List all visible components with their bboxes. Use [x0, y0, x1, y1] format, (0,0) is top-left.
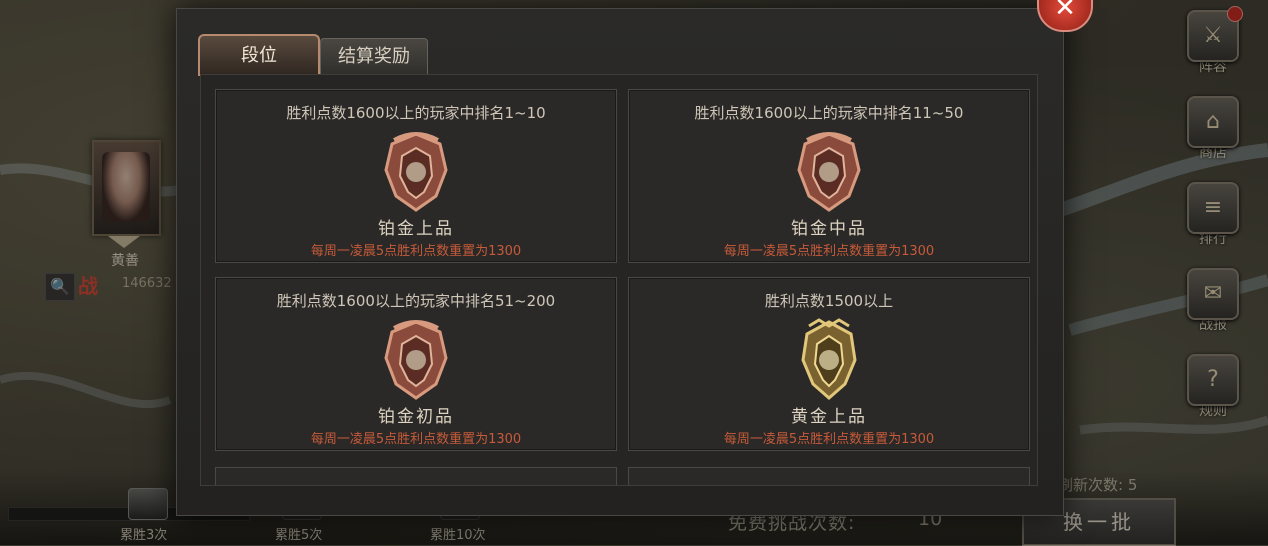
tier-card-partial: [628, 467, 1030, 485]
tier-reset-note: 每周一凌晨5点胜利点数重置为1300: [723, 244, 935, 259]
tier-reset-note: 每周一凌晨5点胜利点数重置为1300: [310, 244, 522, 259]
tier-name: 黄金上品: [791, 407, 867, 427]
close-icon: ✕: [1054, 0, 1076, 23]
tier-name: 铂金上品: [378, 219, 454, 239]
tier-card: 胜利点数1600以上的玩家中排名11~50 铂金中品 每周一凌晨5点胜利点数重置…: [628, 89, 1030, 263]
platinum-badge-icon: [384, 132, 448, 212]
tier-card-partial: [215, 467, 617, 485]
tier-card: 胜利点数1600以上的玩家中排名1~10 铂金上品 每周一凌晨5点胜利点数重置为…: [215, 89, 617, 263]
tier-card: 胜利点数1500以上 黄金上品 每周一凌晨5点胜利点数重置为1300: [628, 277, 1030, 451]
platinum-badge-icon: [384, 320, 448, 400]
tab-settlement-rewards[interactable]: 结算奖励: [320, 38, 428, 75]
tier-card: 胜利点数1600以上的玩家中排名51~200 铂金初品 每周一凌晨5点胜利点数重…: [215, 277, 617, 451]
tab-tier[interactable]: 段位: [198, 34, 320, 76]
tier-name: 铂金初品: [378, 407, 454, 427]
tier-list[interactable]: 胜利点数1600以上的玩家中排名1~10 铂金上品 每周一凌晨5点胜利点数重置为…: [200, 74, 1038, 486]
tier-reset-note: 每周一凌晨5点胜利点数重置为1300: [723, 432, 935, 447]
tier-requirement: 胜利点数1600以上的玩家中排名11~50: [694, 104, 964, 122]
tier-requirement: 胜利点数1500以上: [764, 292, 894, 310]
gold-badge-icon: [801, 318, 857, 400]
tier-requirement: 胜利点数1600以上的玩家中排名1~10: [286, 104, 546, 122]
platinum-badge-icon: [797, 132, 861, 212]
tier-requirement: 胜利点数1600以上的玩家中排名51~200: [276, 292, 556, 310]
tier-name: 铂金中品: [791, 219, 867, 239]
tier-reset-note: 每周一凌晨5点胜利点数重置为1300: [310, 432, 522, 447]
